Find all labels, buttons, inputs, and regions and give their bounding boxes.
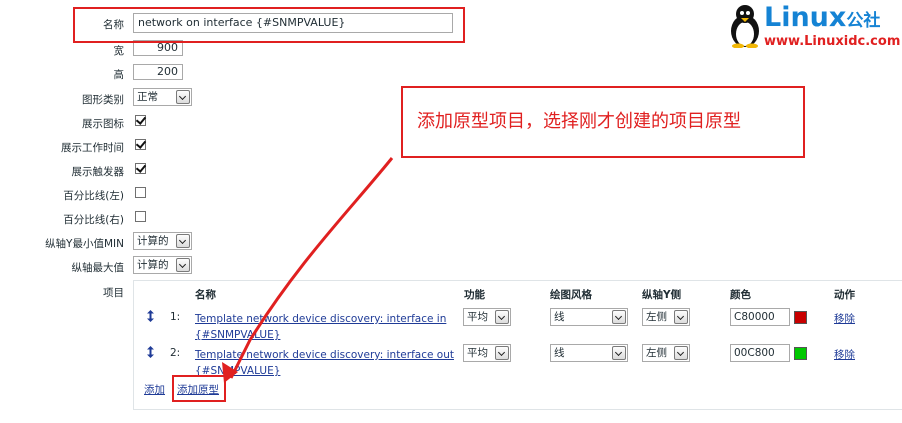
penguin-icon [731,5,759,48]
logo-brand-suffix: 公社 [846,11,881,31]
logo-url: www.Linuxidc.com [764,34,901,49]
annotation-arrow [222,157,394,383]
logo-brand-text: Linux [764,2,847,33]
logo-brand: Linux公社 [764,2,880,33]
site-logo: Linux公社 www.Linuxidc.com [724,2,900,52]
